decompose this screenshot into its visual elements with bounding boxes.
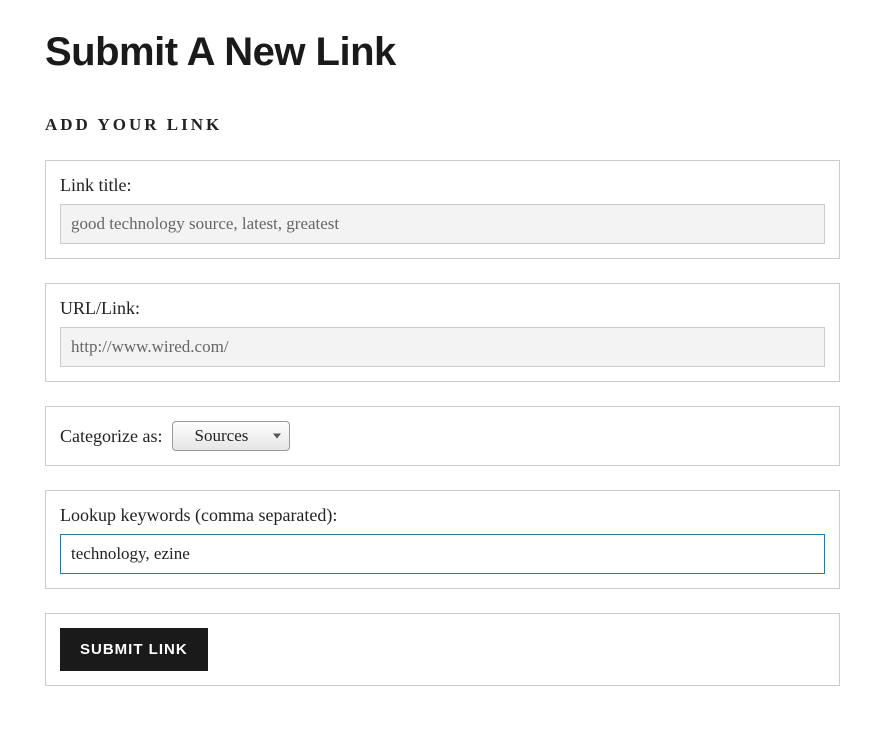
keywords-group: Lookup keywords (comma separated): (45, 490, 840, 589)
categorize-label: Categorize as: (60, 426, 162, 447)
url-link-group: URL/Link: (45, 283, 840, 382)
categorize-group: Categorize as: Sources (45, 406, 840, 466)
categorize-select[interactable]: Sources (172, 421, 290, 451)
section-heading: ADD YOUR LINK (45, 115, 840, 135)
link-title-group: Link title: (45, 160, 840, 259)
submit-link-button[interactable]: SUBMIT LINK (60, 628, 208, 671)
submit-group: SUBMIT LINK (45, 613, 840, 686)
url-link-input[interactable] (60, 327, 825, 367)
page-title: Submit A New Link (45, 30, 840, 75)
keywords-label: Lookup keywords (comma separated): (60, 505, 825, 526)
keywords-input[interactable] (60, 534, 825, 574)
link-title-label: Link title: (60, 175, 825, 196)
link-title-input[interactable] (60, 204, 825, 244)
url-link-label: URL/Link: (60, 298, 825, 319)
